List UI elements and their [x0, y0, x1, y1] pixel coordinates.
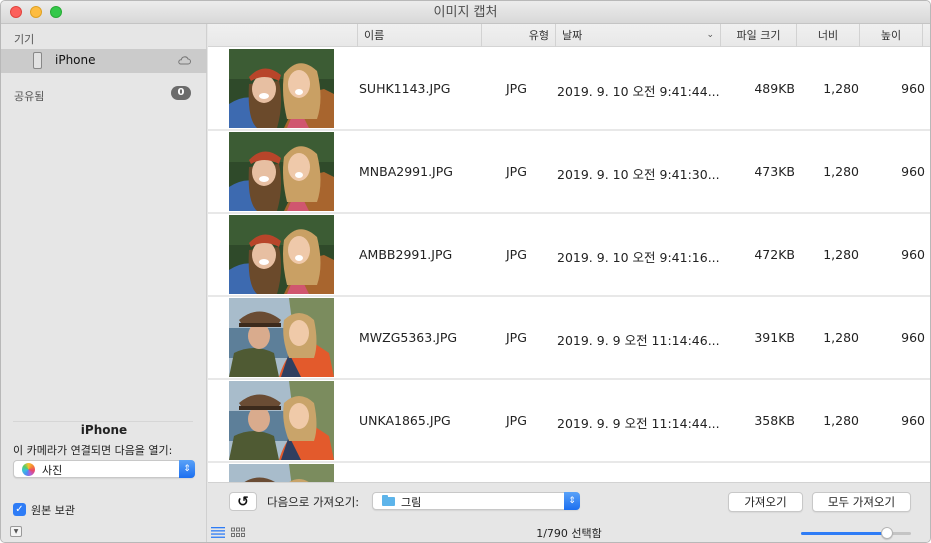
keep-originals-label: 원본 보관 [31, 504, 75, 517]
image-height: 960 [901, 81, 925, 96]
rotate-icon: ↺ [237, 494, 249, 510]
file-type: JPG [506, 330, 527, 345]
window-title: 이미지 캡처 [433, 5, 498, 20]
thumbnail-image [229, 464, 334, 482]
column-header-date-label: 날짜 [562, 29, 583, 42]
file-size: 489KB [754, 81, 795, 96]
table-row[interactable]: MNBA2991.JPG JPG 2019. 9. 10 오전 9:41:30...… [208, 131, 930, 214]
photos-icon [22, 463, 35, 476]
file-name: UNKA1865.JPG [359, 413, 451, 428]
cloud-icon [178, 56, 191, 65]
file-date: 2019. 9. 9 오전 11:14:46... [557, 333, 720, 348]
image-width: 1,280 [823, 81, 859, 96]
thumbnail-image [229, 49, 334, 128]
popup-arrows-icon: ⇕ [179, 460, 195, 478]
title-bar: 이미지 캡처 [1, 1, 930, 24]
file-size: 473KB [754, 164, 795, 179]
table-row[interactable]: UNKA1865.JPG JPG 2019. 9. 9 오전 11:14:44...… [208, 380, 930, 463]
column-header-date[interactable]: 날짜 ⌄ [555, 24, 720, 47]
image-height: 960 [901, 247, 925, 262]
file-date: 2019. 9. 10 오전 9:41:30... [557, 167, 720, 182]
selected-device-name: iPhone [80, 423, 128, 437]
devices-header: 기기 [14, 33, 35, 46]
file-type: JPG [506, 81, 527, 96]
column-header-name[interactable]: 이름 [357, 24, 481, 47]
keep-originals-checkbox[interactable]: ✓ [13, 503, 26, 516]
file-name: MWZG5363.JPG [359, 330, 458, 345]
minimize-button[interactable] [30, 6, 42, 18]
file-date: 2019. 9. 10 오전 9:41:16... [557, 250, 720, 265]
image-height: 960 [901, 330, 925, 345]
column-header-width[interactable]: 너비 [796, 24, 859, 47]
slider-knob[interactable] [880, 527, 893, 539]
import-destination-popup[interactable]: 그림 ⇕ [372, 492, 580, 510]
sidebar-item-iphone[interactable]: iPhone [1, 49, 207, 73]
thumbnail-image [229, 215, 334, 294]
folder-icon [382, 495, 395, 506]
image-height: 960 [901, 164, 925, 179]
shared-header: 공유됨 [14, 90, 45, 103]
column-header-size[interactable]: 파일 크기 [720, 24, 796, 47]
thumbnail-image [229, 381, 334, 460]
file-type: JPG [506, 413, 527, 428]
image-width: 1,280 [823, 247, 859, 262]
column-header-height[interactable]: 높이 [859, 24, 922, 47]
column-header-spacer [922, 24, 930, 47]
file-name: MNBA2991.JPG [359, 164, 453, 179]
column-header-type[interactable]: 유형 [481, 24, 555, 47]
open-app-value: 사진 [42, 464, 63, 477]
phone-icon [33, 52, 42, 69]
table-row[interactable] [208, 463, 930, 482]
file-date: 2019. 9. 9 오전 11:14:44... [557, 416, 720, 431]
import-button[interactable]: 가져오기 [728, 492, 803, 512]
image-width: 1,280 [823, 330, 859, 345]
table-row[interactable]: SUHK1143.JPG JPG 2019. 9. 10 오전 9:41:44...… [208, 48, 930, 131]
table-row[interactable]: MWZG5363.JPG JPG 2019. 9. 9 오전 11:14:46...… [208, 297, 930, 380]
file-type: JPG [506, 247, 527, 262]
shared-count-badge: 0 [171, 86, 191, 100]
zoom-button[interactable] [50, 6, 62, 18]
file-size: 358KB [754, 413, 795, 428]
import-to-label: 다음으로 가져오기: [267, 495, 360, 509]
bottom-toolbar: ↺ 다음으로 가져오기: 그림 ⇕ 가져오기 모두 가져오기 1/790 선택함 [208, 482, 930, 542]
rotate-button[interactable]: ↺ [229, 492, 257, 511]
thumbnail-size-slider[interactable] [801, 527, 911, 539]
image-width: 1,280 [823, 413, 859, 428]
file-type: JPG [506, 164, 527, 179]
sort-descending-icon: ⌄ [706, 30, 714, 40]
sidebar-divider [13, 421, 193, 422]
file-size: 391KB [754, 330, 795, 345]
file-name: SUHK1143.JPG [359, 81, 451, 96]
device-label: iPhone [55, 53, 96, 67]
device-info-toggle-icon[interactable]: ▼ [10, 526, 22, 537]
file-name: AMBB2991.JPG [359, 247, 453, 262]
table-row[interactable]: AMBB2991.JPG JPG 2019. 9. 10 오전 9:41:16...… [208, 214, 930, 297]
file-size: 472KB [754, 247, 795, 262]
image-list: 이름 유형 날짜 ⌄ 파일 크기 너비 높이 SUHK1143.JPG JPG 20… [208, 24, 930, 482]
slider-fill [801, 532, 887, 535]
image-width: 1,280 [823, 164, 859, 179]
table-header: 이름 유형 날짜 ⌄ 파일 크기 너비 높이 [208, 24, 930, 47]
image-height: 960 [901, 413, 925, 428]
thumbnail-image [229, 132, 334, 211]
thumbnail-image [229, 298, 334, 377]
popup-arrows-icon: ⇕ [564, 492, 580, 510]
open-on-connect-label: 이 카메라가 연결되면 다음을 열기: [13, 444, 173, 457]
sidebar: 기기 iPhone 공유됨 0 iPhone 이 카메라가 연결되면 다음을 열… [1, 24, 207, 542]
close-button[interactable] [10, 6, 22, 18]
import-destination-value: 그림 [401, 496, 422, 509]
open-app-popup[interactable]: 사진 ⇕ [13, 460, 195, 478]
import-all-button[interactable]: 모두 가져오기 [812, 492, 911, 512]
image-capture-window: 이미지 캡처 기기 iPhone 공유됨 0 iPhone 이 카메라가 연결되… [0, 0, 931, 543]
file-date: 2019. 9. 10 오전 9:41:44... [557, 84, 720, 99]
